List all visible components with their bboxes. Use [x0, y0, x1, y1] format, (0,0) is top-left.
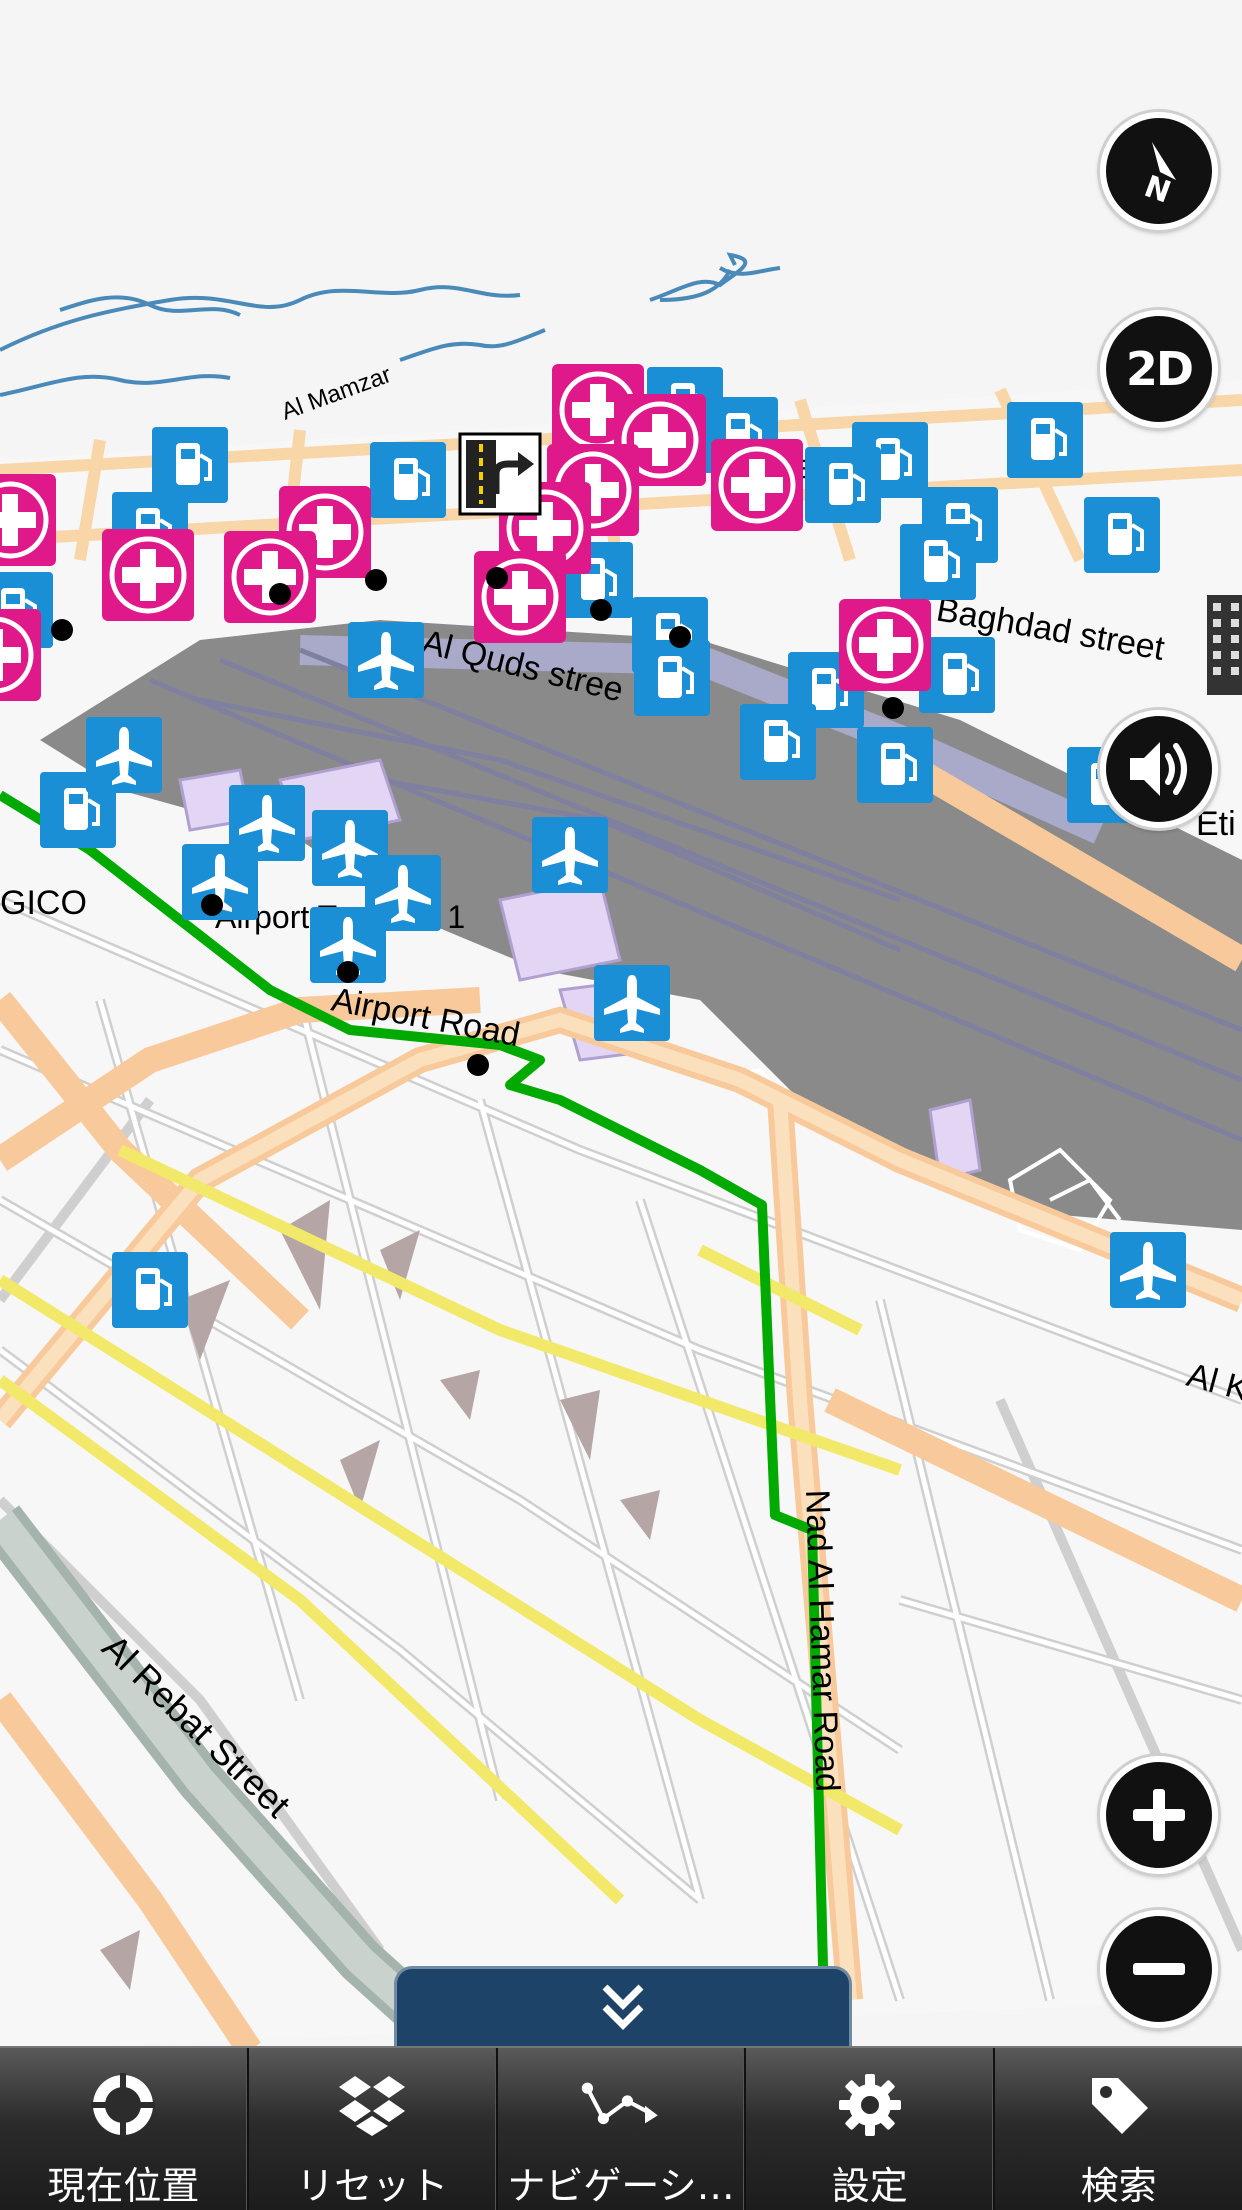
- view-mode-button[interactable]: 2D: [1100, 310, 1218, 428]
- toolbar-label: リセット: [296, 2164, 449, 2208]
- airport-icon[interactable]: [348, 622, 424, 698]
- fuel-station-icon[interactable]: [855, 725, 935, 805]
- hospital-icon[interactable]: [0, 609, 41, 701]
- hospital-icon[interactable]: [0, 474, 56, 566]
- zoom-in-button[interactable]: [1100, 1756, 1218, 1874]
- map-view[interactable]: Al Mamzar Al Quds stree Baghdad street E…: [0, 0, 1242, 2208]
- gear-icon: [838, 2073, 901, 2136]
- toolbar-label: 検索: [1080, 2164, 1157, 2208]
- turn-direction-icon: [458, 432, 542, 516]
- fuel-station-icon[interactable]: [110, 1250, 190, 1330]
- zoom-out-button[interactable]: [1100, 1910, 1218, 2028]
- compass-button[interactable]: N: [1100, 112, 1218, 230]
- plus-icon: [1133, 1789, 1185, 1841]
- toolbar-label: 現在位置: [47, 2164, 200, 2208]
- fuel-station-icon[interactable]: [1005, 400, 1085, 480]
- hospital-icon[interactable]: [839, 599, 931, 691]
- toolbar-settings[interactable]: 設定: [746, 2048, 996, 2210]
- crosshair-icon: [91, 2072, 156, 2137]
- toolbar-search[interactable]: 検索: [995, 2048, 1242, 2210]
- drawer-toggle-button[interactable]: [394, 1966, 852, 2048]
- speaker-icon: [1130, 742, 1187, 796]
- hospital-icon[interactable]: [474, 551, 566, 643]
- dropbox-icon: [339, 2075, 406, 2136]
- toolbar-reset[interactable]: リセット: [249, 2048, 498, 2210]
- hospital-icon[interactable]: [224, 531, 316, 623]
- label-gico: GICO: [0, 884, 87, 922]
- airport-icon[interactable]: [86, 717, 162, 793]
- fuel-station-icon[interactable]: [150, 425, 230, 505]
- airport-icon[interactable]: [594, 965, 670, 1041]
- minus-icon: [1133, 1963, 1185, 1975]
- hospital-icon[interactable]: [102, 529, 194, 621]
- airport-icon[interactable]: [532, 817, 608, 893]
- fuel-station-icon[interactable]: [1082, 495, 1162, 575]
- tag-icon: [1091, 2077, 1148, 2134]
- double-chevron-down-icon: [602, 1984, 644, 2030]
- toolbar-navigation[interactable]: ナビゲーシ…: [498, 2048, 747, 2210]
- fuel-station-icon[interactable]: [632, 638, 712, 718]
- toolbar-current-location[interactable]: 現在位置: [0, 2048, 249, 2210]
- hospital-icon[interactable]: [711, 439, 803, 531]
- sound-button[interactable]: [1100, 710, 1218, 828]
- fuel-station-icon[interactable]: [368, 440, 448, 520]
- route-icon: [581, 2082, 658, 2124]
- bottom-toolbar: 現在位置 リセット ナビゲーシ… 設定 検索: [0, 2046, 1242, 2210]
- north-arrow-icon: N: [1140, 142, 1176, 206]
- fuel-station-icon[interactable]: [898, 522, 978, 602]
- fuel-station-icon[interactable]: [803, 445, 883, 525]
- fuel-station-icon[interactable]: [738, 702, 818, 782]
- building-icon: [1207, 595, 1242, 695]
- view-mode-label: 2D: [1125, 342, 1194, 396]
- toolbar-label: 設定: [831, 2164, 908, 2208]
- airport-icon[interactable]: [1110, 1232, 1186, 1308]
- label-eti: Eti: [1196, 805, 1236, 843]
- toolbar-label: ナビゲーシ…: [507, 2164, 735, 2208]
